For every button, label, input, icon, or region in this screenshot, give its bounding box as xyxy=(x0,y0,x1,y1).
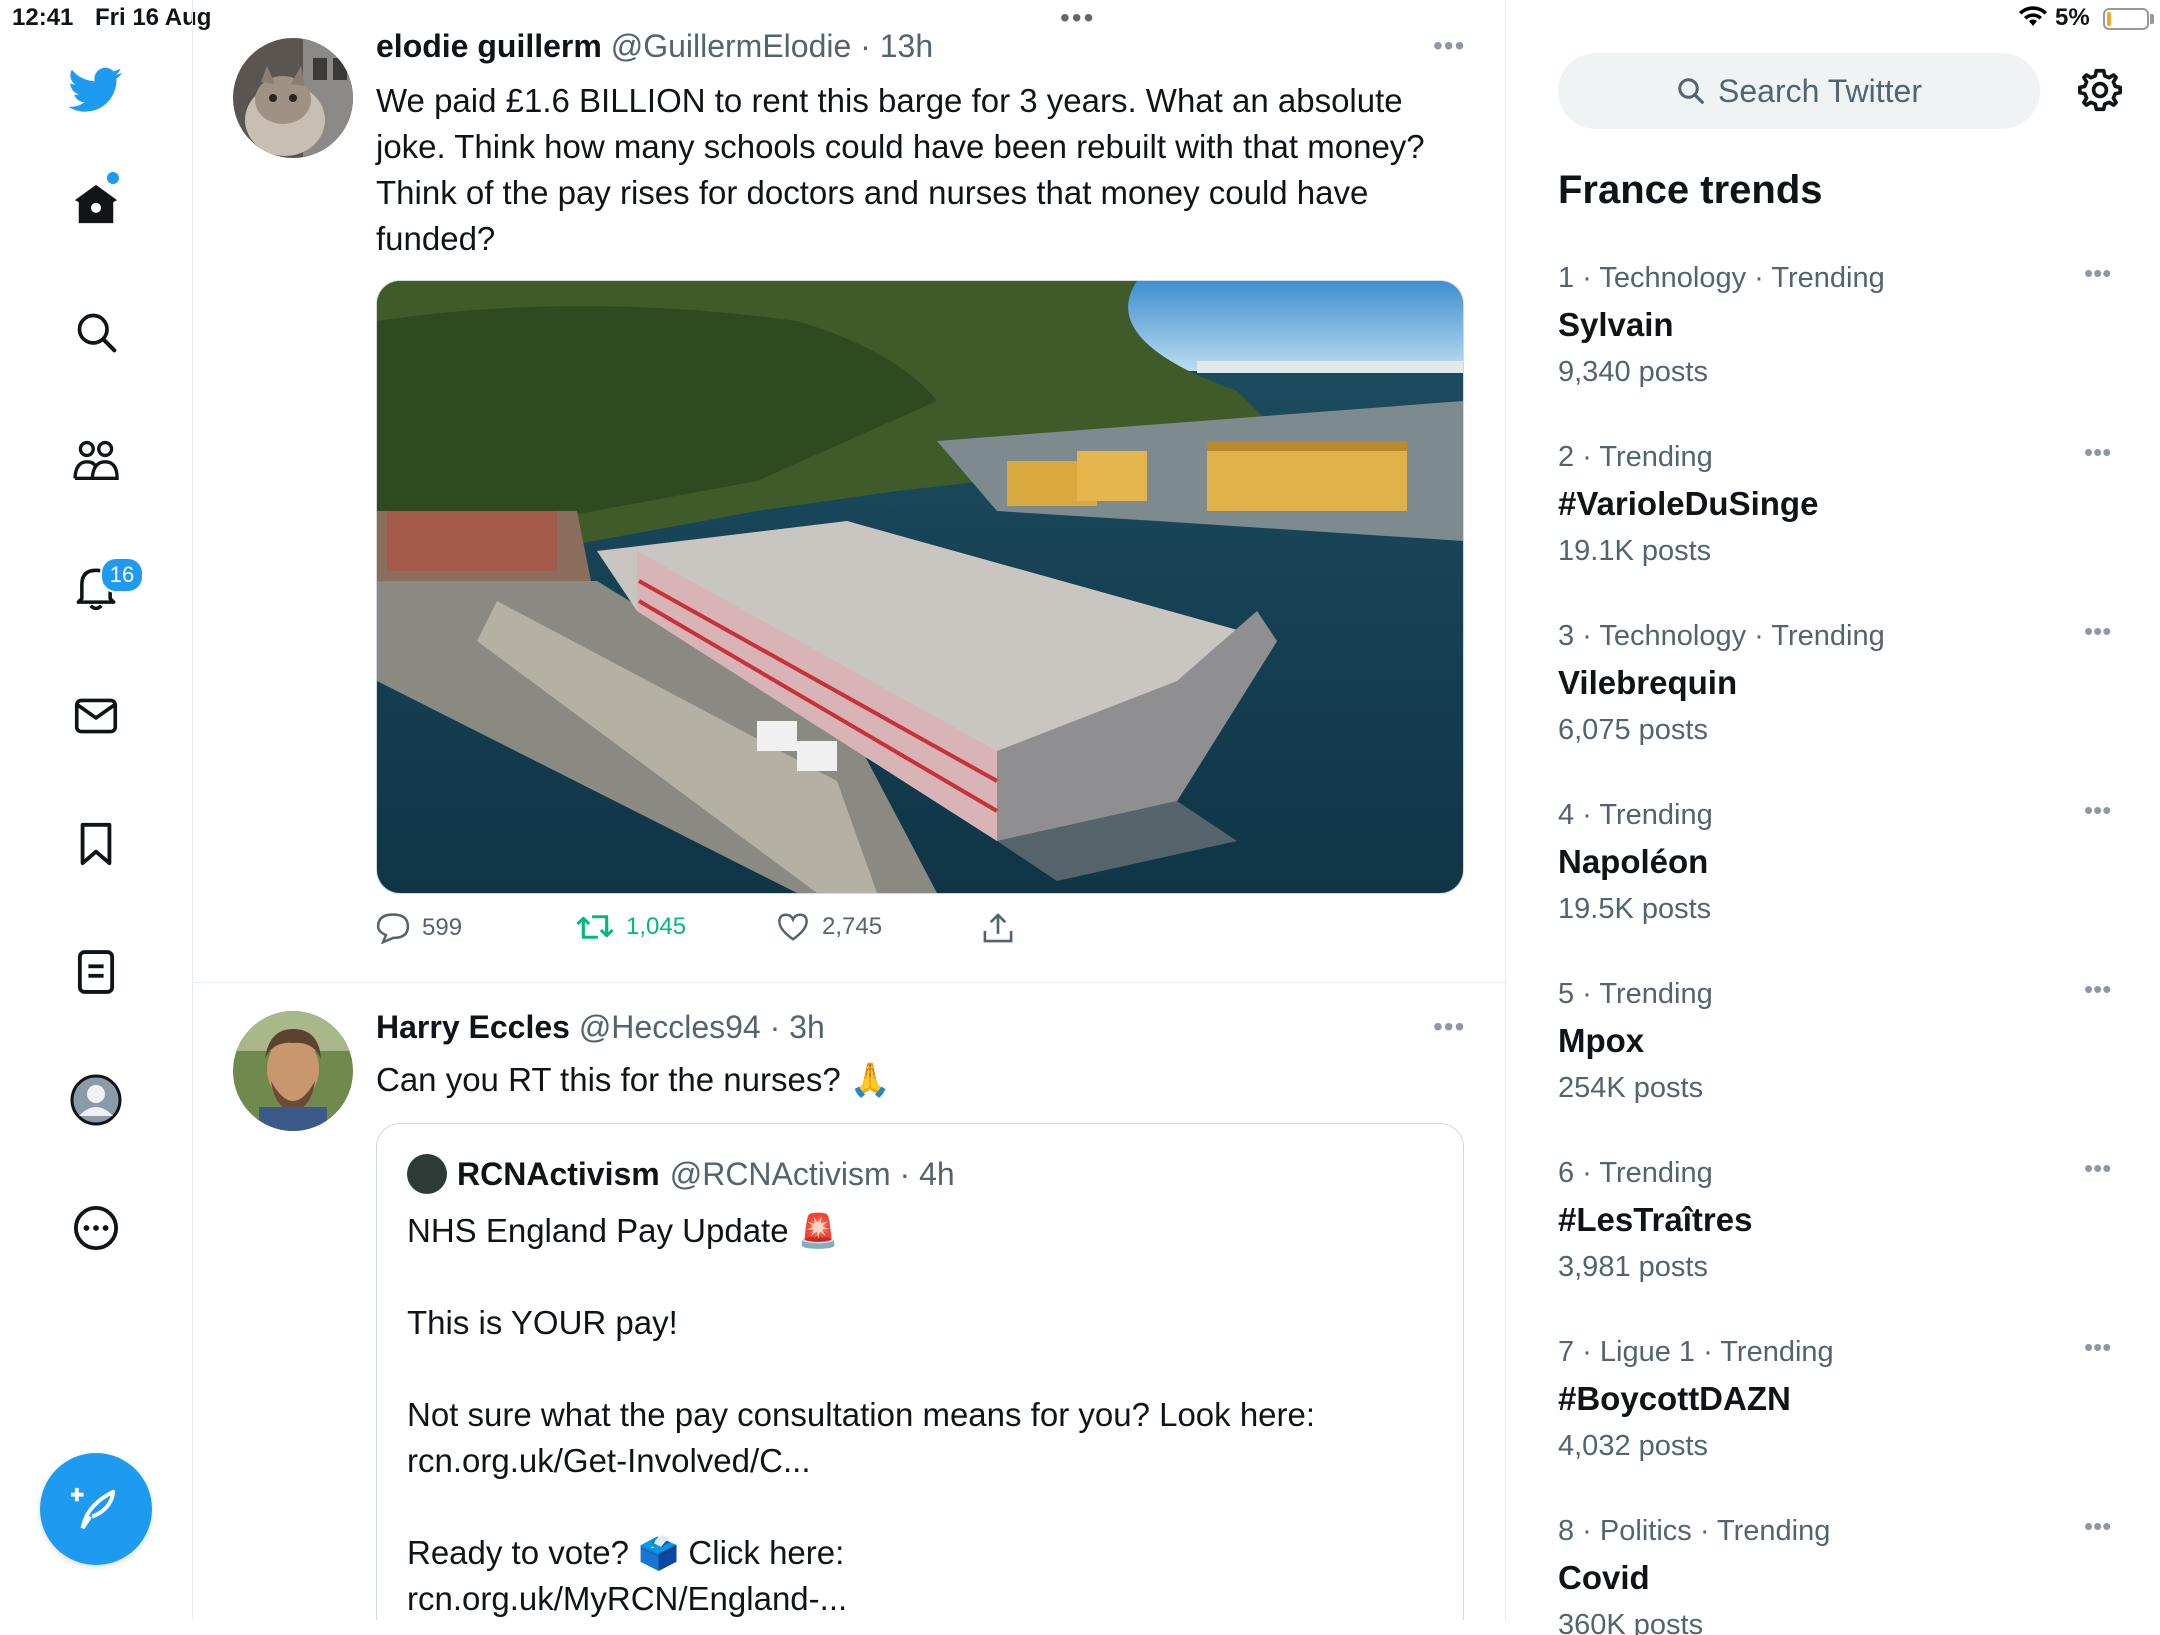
home-icon[interactable] xyxy=(68,176,124,232)
avatar[interactable] xyxy=(233,1011,353,1131)
quoted-text-line: Ready to vote? 🗳️ Click here: xyxy=(407,1534,845,1571)
trend-meta: 7 · Ligue 1 · Trending xyxy=(1558,1336,1834,1368)
tweet-header: Harry Eccles @Heccles94 · 3h xyxy=(376,1009,825,1046)
trend-more-icon[interactable]: ••• xyxy=(2084,974,2111,1005)
reply-icon xyxy=(376,913,410,944)
tweet-author-meta: @GuillermElodie · 13h xyxy=(610,28,934,64)
trend-count: 254K posts xyxy=(1558,1072,1704,1104)
avatar[interactable] xyxy=(233,38,353,158)
tweet-text: Can you RT this for the nurses? 🙏 xyxy=(376,1061,891,1098)
tweet-text: We paid £1.6 BILLION to rent this barge … xyxy=(376,82,1425,257)
quoted-tweet-header: RCNActivism @RCNActivism · 4h xyxy=(407,1154,955,1194)
trend-meta: 2 · Trending xyxy=(1558,441,1713,473)
tweet-divider xyxy=(193,982,1505,983)
compose-feather-icon xyxy=(71,1487,116,1530)
quoted-avatar xyxy=(407,1154,447,1194)
heart-icon xyxy=(778,913,808,941)
trend-more-icon[interactable]: ••• xyxy=(2084,258,2111,289)
trend-name: #BoycottDAZN xyxy=(1558,1380,1791,1417)
like-count: 2,745 xyxy=(822,913,883,940)
tweet-header: elodie guillerm @GuillermElodie · 13h xyxy=(376,28,933,65)
notifications-badge: 16 xyxy=(100,557,144,593)
retweet-button[interactable]: 1,045 xyxy=(576,912,686,942)
home-unread-dot xyxy=(107,172,119,184)
tweet-author-name[interactable]: elodie guillerm xyxy=(376,28,602,64)
search-icon[interactable] xyxy=(68,304,124,360)
twitter-logo-icon[interactable] xyxy=(68,62,124,118)
tweet-more-icon[interactable]: ••• xyxy=(1433,1011,1465,1043)
search-placeholder: Search Twitter xyxy=(1718,72,1922,109)
trend-name: Napoléon xyxy=(1558,843,1709,880)
lists-icon[interactable] xyxy=(68,944,124,1000)
trend-meta: 4 · Trending xyxy=(1558,799,1713,831)
trends-title: France trends xyxy=(1558,168,1823,212)
trend-meta: 8 · Politics · Trending xyxy=(1558,1515,1831,1547)
timeline: elodie guillerm @GuillermElodie · 13h ••… xyxy=(193,0,1506,1620)
retweet-count: 1,045 xyxy=(626,913,687,940)
messages-mail-icon[interactable] xyxy=(68,688,124,744)
search-input[interactable]: Search Twitter xyxy=(1558,53,2040,129)
trend-meta: 5 · Trending xyxy=(1558,978,1713,1010)
quoted-text-line: This is YOUR pay! xyxy=(407,1304,678,1341)
more-circle-icon[interactable] xyxy=(68,1200,124,1256)
trend-name: #VarioleDuSinge xyxy=(1558,485,1819,522)
tweet-author-name[interactable]: Harry Eccles xyxy=(376,1009,570,1045)
trend-count: 19.5K posts xyxy=(1558,893,1712,925)
trend-count: 19.1K posts xyxy=(1558,535,1712,567)
quoted-link[interactable]: rcn.org.uk/MyRCN/England-... xyxy=(407,1580,847,1618)
tweet-actions: 599 1,045 2,745 xyxy=(376,912,1456,952)
trend-more-icon[interactable]: ••• xyxy=(2084,1511,2111,1542)
share-icon xyxy=(983,913,1013,943)
trend-count: 6,075 posts xyxy=(1558,714,1708,746)
trend-more-icon[interactable]: ••• xyxy=(2084,795,2111,826)
tweet-more-icon[interactable]: ••• xyxy=(1433,30,1465,62)
like-button[interactable]: 2,745 xyxy=(776,912,882,942)
trend-count: 3,981 posts xyxy=(1558,1251,1708,1283)
barge-photo xyxy=(377,281,1463,893)
quoted-link[interactable]: rcn.org.uk/Get-Involved/C... xyxy=(407,1442,811,1480)
trend-name: Mpox xyxy=(1558,1022,1645,1059)
settings-gear-icon[interactable] xyxy=(2078,68,2122,117)
compose-tweet-button[interactable] xyxy=(40,1453,152,1565)
quoted-author-name[interactable]: RCNActivism xyxy=(457,1156,660,1193)
trend-more-icon[interactable]: ••• xyxy=(2084,616,2111,647)
quoted-tweet[interactable]: RCNActivism @RCNActivism · 4h NHS Englan… xyxy=(376,1123,1464,1620)
trends-sidebar: Search Twitter France trends 1 · Technol… xyxy=(1506,0,2160,1635)
quoted-author-meta: @RCNActivism · 4h xyxy=(669,1155,955,1192)
quoted-text-line: Not sure what the pay consultation means… xyxy=(407,1396,1316,1433)
trend-name: Sylvain xyxy=(1558,306,1674,343)
sidebar-nav: 16 xyxy=(0,0,193,1620)
reply-count: 599 xyxy=(422,914,463,941)
trend-name: Covid xyxy=(1558,1559,1650,1596)
trend-meta: 1 · Technology · Trending xyxy=(1558,262,1885,294)
trend-meta: 3 · Technology · Trending xyxy=(1558,620,1885,652)
trend-more-icon[interactable]: ••• xyxy=(2084,1332,2111,1363)
quoted-text-line: NHS England Pay Update 🚨 xyxy=(407,1212,839,1249)
trend-name: Vilebrequin xyxy=(1558,664,1738,701)
tweet-media-image[interactable] xyxy=(376,280,1464,894)
trend-count: 360K posts xyxy=(1558,1609,1704,1635)
trend-meta: 6 · Trending xyxy=(1558,1157,1713,1189)
reply-button[interactable]: 599 xyxy=(376,912,462,944)
trend-more-icon[interactable]: ••• xyxy=(2084,1153,2111,1184)
trend-count: 9,340 posts xyxy=(1558,356,1708,388)
communities-icon[interactable] xyxy=(68,432,124,488)
search-icon xyxy=(1678,78,1704,104)
trend-count: 4,032 posts xyxy=(1558,1430,1708,1462)
tweet-author-meta: @Heccles94 · 3h xyxy=(578,1009,825,1045)
retweet-icon xyxy=(576,915,614,939)
share-button[interactable] xyxy=(982,912,1014,944)
profile-avatar-icon[interactable] xyxy=(68,1072,124,1128)
trend-more-icon[interactable]: ••• xyxy=(2084,437,2111,468)
trend-name: #LesTraîtres xyxy=(1558,1201,1753,1238)
bookmarks-icon[interactable] xyxy=(68,816,124,872)
